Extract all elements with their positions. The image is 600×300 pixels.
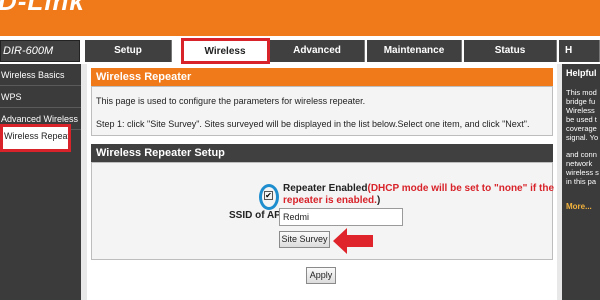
main-content: Wireless Repeater This page is used to c… bbox=[87, 64, 557, 300]
sidebar-item-wps[interactable]: WPS bbox=[0, 86, 81, 108]
ssid-label: SSID of AP bbox=[229, 210, 281, 221]
sidebar-item-wireless-basics[interactable]: Wireless Basics bbox=[0, 64, 81, 86]
repeater-step1: Step 1: click "Site Survey". Sites surve… bbox=[96, 119, 530, 129]
repeater-enabled-label: Repeater Enabled(DHCP mode will be set t… bbox=[283, 183, 554, 194]
help-line: signal. Yo bbox=[566, 133, 599, 142]
repeater-info-box: This page is used to configure the param… bbox=[91, 86, 553, 136]
help-line: be used t bbox=[566, 115, 597, 124]
repeater-enabled-checkbox[interactable]: ✔ bbox=[264, 191, 273, 200]
tab-help[interactable]: H bbox=[559, 40, 600, 62]
site-survey-button[interactable]: Site Survey bbox=[279, 231, 330, 248]
repeater-description: This page is used to configure the param… bbox=[96, 96, 366, 106]
help-title: Helpful bbox=[566, 68, 597, 78]
dhcp-warning-line2: repeater is enabled. bbox=[283, 195, 377, 206]
apply-button[interactable]: Apply bbox=[306, 267, 336, 284]
dhcp-warning-line1: (DHCP mode will be set to "none" if the bbox=[367, 183, 555, 194]
help-more-link[interactable]: More... bbox=[566, 202, 592, 211]
dhcp-warning-line2-wrap: repeater is enabled.) bbox=[283, 195, 380, 206]
tab-maintenance[interactable]: Maintenance bbox=[367, 40, 462, 62]
brand-logo: D-Link bbox=[0, 0, 85, 16]
help-line: wireless s bbox=[566, 168, 599, 177]
repeater-section-title: Wireless Repeater bbox=[91, 68, 553, 86]
tab-setup[interactable]: Setup bbox=[85, 40, 172, 62]
help-line: This mod bbox=[566, 88, 597, 97]
help-line: coverage bbox=[566, 124, 597, 133]
help-line: Wireless bbox=[566, 106, 595, 115]
help-panel: Helpful This mod bridge fu Wireless be u… bbox=[562, 64, 600, 300]
sidebar: Wireless Basics WPS Advanced Wireless Wi… bbox=[0, 64, 81, 300]
sidebar-item-wireless-repeater[interactable]: Wireless Repeater bbox=[0, 124, 71, 152]
help-line: bridge fu bbox=[566, 97, 596, 106]
repeater-enabled-text: Repeater Enabled bbox=[283, 183, 368, 194]
ssid-input[interactable] bbox=[279, 208, 403, 226]
red-arrow-icon bbox=[333, 228, 373, 254]
help-line: network bbox=[566, 159, 593, 168]
dhcp-warning-close: ) bbox=[376, 195, 381, 206]
setup-section-title: Wireless Repeater Setup bbox=[91, 144, 553, 162]
model-label: DIR-600M bbox=[0, 40, 80, 62]
tab-status[interactable]: Status bbox=[464, 40, 557, 62]
nav-row: DIR-600M Setup Wireless Advanced Mainten… bbox=[0, 36, 600, 64]
help-line: and conn bbox=[566, 150, 597, 159]
help-line: in this pa bbox=[566, 177, 597, 186]
tab-wireless[interactable]: Wireless bbox=[182, 40, 268, 62]
tab-advanced[interactable]: Advanced bbox=[270, 40, 365, 62]
top-banner: D-Link bbox=[0, 0, 600, 36]
